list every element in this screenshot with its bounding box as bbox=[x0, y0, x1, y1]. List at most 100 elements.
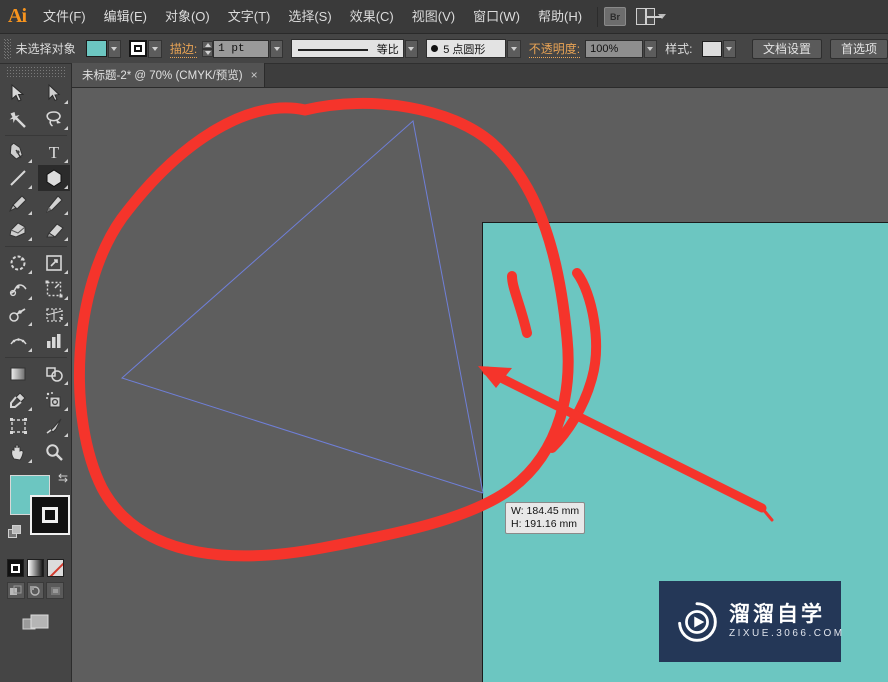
eyedropper-tool[interactable] bbox=[2, 387, 34, 413]
menu-window[interactable]: 窗口(W) bbox=[464, 0, 529, 34]
canvas-area[interactable]: W: 184.45 mm H: 191.16 mm 溜溜自学 ZIXUE.306… bbox=[72, 88, 888, 682]
menu-edit[interactable]: 编辑(E) bbox=[95, 0, 156, 34]
stroke-weight-dropdown[interactable] bbox=[269, 39, 284, 58]
preferences-button[interactable]: 首选项 bbox=[830, 38, 888, 59]
stroke-color-indicator[interactable] bbox=[30, 495, 70, 535]
magic-wand-tool[interactable] bbox=[2, 106, 34, 132]
color-swatch-button[interactable] bbox=[7, 559, 24, 577]
workspace-switcher-button[interactable] bbox=[636, 8, 667, 25]
tool-flyout-indicator[interactable] bbox=[64, 126, 68, 130]
tool-flyout-indicator[interactable] bbox=[28, 185, 32, 189]
tool-flyout-indicator[interactable] bbox=[28, 270, 32, 274]
tool-flyout-indicator[interactable] bbox=[64, 433, 68, 437]
tool-flyout-indicator[interactable] bbox=[64, 296, 68, 300]
tool-flyout-indicator[interactable] bbox=[28, 159, 32, 163]
tool-flyout-indicator[interactable] bbox=[28, 211, 32, 215]
blob-brush-tool[interactable] bbox=[2, 217, 34, 243]
lasso-tool[interactable] bbox=[38, 106, 70, 132]
tool-flyout-indicator[interactable] bbox=[64, 270, 68, 274]
tool-flyout-indicator[interactable] bbox=[28, 237, 32, 241]
line-segment-tool[interactable] bbox=[2, 165, 34, 191]
gradient-swatch-button[interactable] bbox=[27, 559, 44, 577]
drawing-mode-inside[interactable] bbox=[46, 582, 65, 599]
tool-flyout-indicator[interactable] bbox=[28, 459, 32, 463]
menu-type[interactable]: 文字(T) bbox=[219, 0, 280, 34]
selection-tool[interactable] bbox=[2, 80, 34, 106]
none-swatch-button[interactable] bbox=[47, 559, 64, 577]
close-icon[interactable]: × bbox=[251, 69, 258, 81]
slice-tool[interactable] bbox=[38, 413, 70, 439]
type-tool[interactable]: T bbox=[38, 139, 70, 165]
fill-color-dropdown[interactable] bbox=[107, 39, 122, 58]
eraser-tool[interactable] bbox=[38, 217, 70, 243]
tool-flyout-indicator[interactable] bbox=[64, 348, 68, 352]
menu-object[interactable]: 对象(O) bbox=[156, 0, 219, 34]
width-tool[interactable] bbox=[2, 276, 34, 302]
pencil-tool[interactable] bbox=[38, 191, 70, 217]
stepper-down[interactable] bbox=[202, 48, 214, 57]
brush-definition-select[interactable]: 5 点圆形 bbox=[426, 39, 507, 58]
graphic-style-dropdown[interactable] bbox=[722, 39, 737, 58]
swap-fill-stroke-icon[interactable]: ⇆ bbox=[58, 471, 68, 485]
tool-flyout-indicator[interactable] bbox=[28, 407, 32, 411]
fill-color-swatch[interactable] bbox=[85, 40, 107, 57]
opacity-label[interactable]: 不透明度: bbox=[528, 40, 581, 58]
opacity-dropdown[interactable] bbox=[643, 39, 658, 58]
tool-flyout-indicator[interactable] bbox=[64, 100, 68, 104]
rotate-tool[interactable] bbox=[2, 250, 34, 276]
tool-flyout-indicator[interactable] bbox=[28, 348, 32, 352]
stroke-profile-dropdown[interactable] bbox=[404, 39, 419, 58]
shape-builder-tool[interactable] bbox=[2, 302, 34, 328]
tool-flyout-indicator[interactable] bbox=[64, 407, 68, 411]
zoom-tool[interactable] bbox=[38, 439, 70, 465]
mesh-tool[interactable] bbox=[2, 328, 34, 354]
stepper-up[interactable] bbox=[202, 40, 214, 49]
bridge-icon[interactable]: Br bbox=[604, 7, 627, 26]
tool-flyout-indicator[interactable] bbox=[64, 185, 68, 189]
tool-flyout-indicator[interactable] bbox=[28, 322, 32, 326]
menu-help[interactable]: 帮助(H) bbox=[529, 0, 591, 34]
hand-tool[interactable] bbox=[2, 439, 34, 465]
tool-flyout-indicator[interactable] bbox=[64, 237, 68, 241]
free-transform-tool[interactable] bbox=[38, 276, 70, 302]
tool-flyout-indicator[interactable] bbox=[64, 322, 68, 326]
paintbrush-tool[interactable] bbox=[2, 191, 34, 217]
document-tab[interactable]: 未标题-2* @ 70% (CMYK/预览) × bbox=[72, 63, 265, 87]
pen-tool[interactable] bbox=[2, 139, 34, 165]
graphic-style-swatch[interactable] bbox=[702, 40, 722, 57]
perspective-grid-tool[interactable] bbox=[38, 302, 70, 328]
stroke-weight-label[interactable]: 描边: bbox=[169, 40, 198, 58]
tool-flyout-indicator[interactable] bbox=[64, 159, 68, 163]
type-t-icon: T bbox=[49, 143, 60, 161]
stroke-profile-select[interactable]: 等比 bbox=[291, 39, 404, 58]
slice-knife-icon bbox=[46, 418, 61, 434]
symbol-sprayer-tool[interactable] bbox=[38, 387, 70, 413]
control-bar-grip[interactable] bbox=[4, 38, 11, 59]
direct-selection-tool[interactable] bbox=[38, 80, 70, 106]
artboard-tool[interactable] bbox=[2, 413, 34, 439]
stroke-weight-stepper[interactable] bbox=[202, 40, 214, 57]
shape-tool[interactable] bbox=[38, 165, 70, 191]
tool-flyout-indicator[interactable] bbox=[64, 381, 68, 385]
screen-mode-button[interactable] bbox=[0, 599, 71, 635]
tool-panel-grip[interactable] bbox=[6, 66, 65, 78]
menu-file[interactable]: 文件(F) bbox=[34, 0, 95, 34]
stroke-color-swatch[interactable] bbox=[129, 40, 148, 57]
stroke-weight-input[interactable]: 1 pt bbox=[213, 39, 269, 58]
gradient-tool[interactable] bbox=[2, 361, 34, 387]
document-setup-button[interactable]: 文档设置 bbox=[752, 38, 823, 59]
column-graph-tool[interactable] bbox=[38, 328, 70, 354]
scale-tool[interactable] bbox=[38, 250, 70, 276]
drawing-mode-normal[interactable] bbox=[7, 582, 25, 599]
menu-view[interactable]: 视图(V) bbox=[403, 0, 464, 34]
tool-flyout-indicator[interactable] bbox=[28, 296, 32, 300]
opacity-input[interactable]: 100% bbox=[585, 39, 643, 58]
tool-group-divider bbox=[5, 246, 67, 247]
blend-tool[interactable] bbox=[38, 361, 70, 387]
drawing-mode-behind[interactable] bbox=[26, 582, 45, 599]
menu-select[interactable]: 选择(S) bbox=[279, 0, 340, 34]
brush-definition-dropdown[interactable] bbox=[507, 39, 521, 58]
tool-flyout-indicator[interactable] bbox=[64, 211, 68, 215]
stroke-color-dropdown[interactable] bbox=[148, 39, 162, 58]
menu-effect[interactable]: 效果(C) bbox=[341, 0, 403, 34]
